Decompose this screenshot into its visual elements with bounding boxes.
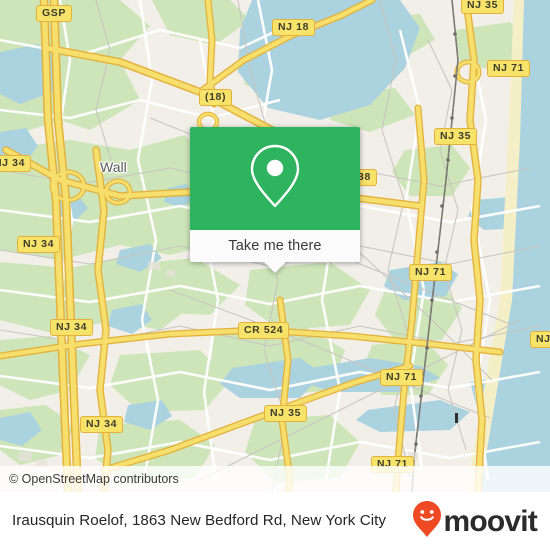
- road-shield-nj34-bottom[interactable]: NJ 34: [80, 416, 124, 434]
- road-shield-nj71-lower[interactable]: NJ 71: [380, 369, 424, 387]
- map-attribution-bar: © OpenStreetMap contributors: [0, 466, 550, 492]
- take-me-there-label: Take me there: [228, 238, 322, 254]
- road-shield-cr524[interactable]: CR 524: [238, 322, 290, 340]
- destination-popup-card[interactable]: Take me there: [190, 127, 360, 273]
- road-shield-nj34-left[interactable]: NJ 34: [0, 155, 32, 173]
- osm-attribution-text[interactable]: © OpenStreetMap contributors: [0, 472, 179, 486]
- road-shield-nj35-top[interactable]: NJ 35: [461, 0, 505, 15]
- location-pin-icon: [247, 143, 303, 214]
- road-shield-nj71-mid[interactable]: NJ 71: [409, 264, 453, 282]
- moovit-logo[interactable]: moovit: [412, 500, 550, 543]
- road-shield-18[interactable]: (18): [199, 89, 233, 107]
- footer-bar: Irausquin Roelof, 1863 New Bedford Rd, N…: [0, 492, 550, 550]
- road-shield-nj71-topright[interactable]: NJ 71: [487, 60, 531, 78]
- road-shield-nj34-mid[interactable]: NJ 34: [17, 236, 61, 254]
- popup-action-panel[interactable]: Take me there: [190, 230, 360, 262]
- popup-pin-panel: [190, 127, 360, 230]
- road-shield-nj35-bottom[interactable]: NJ 35: [264, 405, 308, 423]
- map-share-card: Wall GSP NJ 18 NJ 35 NJ 71 (18) NJ 35 NJ…: [0, 0, 550, 550]
- road-shield-nj35-right[interactable]: NJ 35: [434, 128, 478, 146]
- popup-pointer: [264, 262, 286, 273]
- road-shield-nj18[interactable]: NJ 18: [272, 19, 316, 37]
- moovit-smiley-pin-icon: [412, 500, 442, 543]
- road-shield-nj34-lower[interactable]: NJ 34: [50, 319, 94, 337]
- road-shield-gsp[interactable]: GSP: [36, 5, 72, 23]
- moovit-wordmark: moovit: [443, 505, 537, 538]
- map-canvas[interactable]: Wall GSP NJ 18 NJ 35 NJ 71 (18) NJ 35 NJ…: [0, 0, 550, 492]
- place-label-wall: Wall: [100, 159, 127, 175]
- place-title: Irausquin Roelof, 1863 New Bedford Rd, N…: [12, 512, 387, 530]
- road-shield-nj35-edge[interactable]: NJ 35: [530, 331, 550, 349]
